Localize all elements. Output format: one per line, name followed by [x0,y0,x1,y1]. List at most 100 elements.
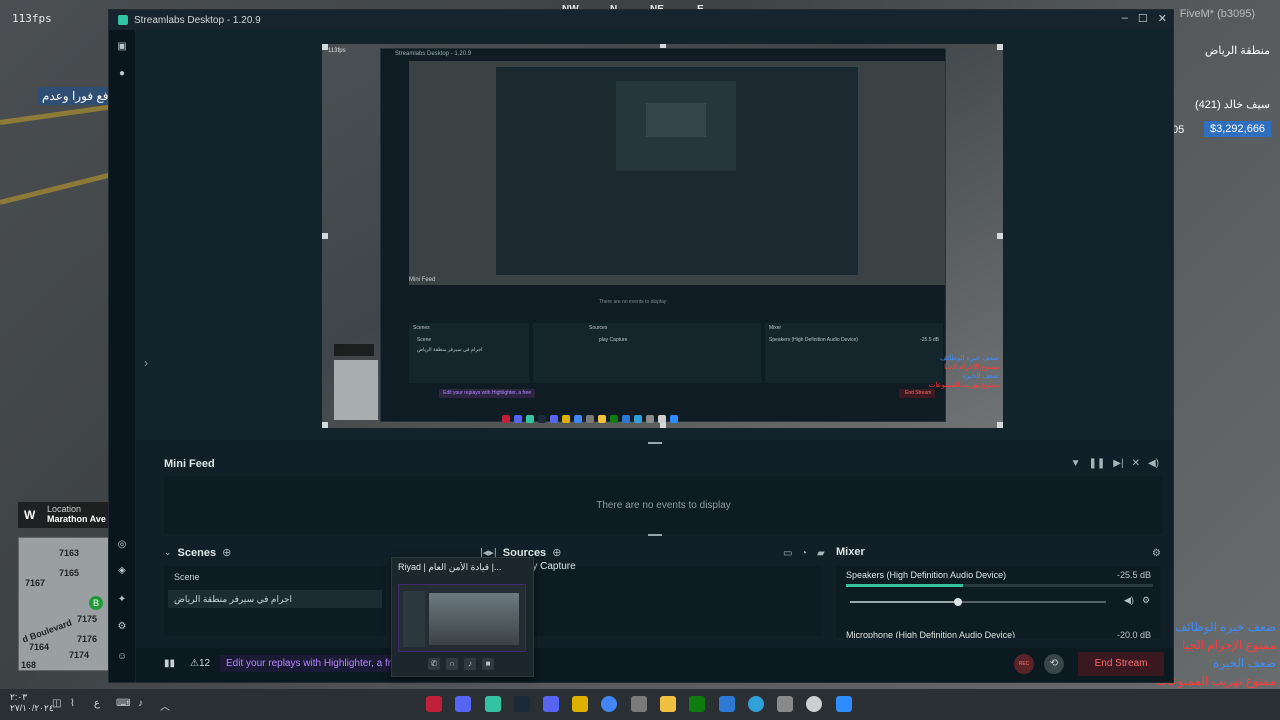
captured-mixer-panel: Mixer Speakers (High Definition Audio De… [765,323,943,383]
editor-main: › 113fps Streamlabs Desktop - 1.20.9 Min… [136,30,1173,682]
maximize-button[interactable]: ☐ [1138,12,1148,25]
captured-scene-item: Scene [417,337,432,343]
end-stream-button[interactable]: End Stream [1078,652,1164,676]
mixer-panel: Speakers (High Definition Audio Device) … [836,566,1161,638]
mute-alerts-icon[interactable]: ✕ [1132,458,1140,469]
popup-controls: ✆ ∩ ♪ ■ [428,658,494,670]
performance-icon[interactable]: ▮▮ [164,658,175,669]
resize-handle[interactable] [997,422,1003,428]
clock-time: ٢:٠٣ [10,692,28,702]
captured-streamlabs-window: Streamlabs Desktop - 1.20.9 Mini Feed Th… [380,48,946,422]
headset-icon[interactable]: ∩ [446,658,458,670]
source-group-icon[interactable]: ◔ [801,548,807,559]
volume-icon[interactable]: ◀) [1148,458,1159,469]
search-icon[interactable] [806,696,822,712]
chrome-icon[interactable] [601,696,617,712]
speaker-mute-icon[interactable]: ◀) [1124,595,1134,606]
divider-grip-icon [647,442,662,444]
rule-line: ضعف الخبرة [1213,656,1276,670]
window-preview-popup[interactable]: Riyad | قيادة الأمن العام |... ✆ ∩ ♪ ■ [391,557,534,677]
discord-icon-2[interactable] [543,696,559,712]
resize-handle[interactable] [322,422,328,428]
filter-icon[interactable]: ▼ [1071,458,1081,469]
explorer-icon[interactable] [660,696,676,712]
photos-icon[interactable] [719,696,735,712]
start-icon[interactable] [836,696,852,712]
captured-scene-item: اجرام في سيرفر منطقة الرياض [417,347,483,353]
scene-item[interactable]: Scene [168,568,382,586]
resize-handle[interactable] [322,233,328,239]
language-indicator[interactable]: ع [94,698,100,709]
preview-resize-divider[interactable] [136,441,1173,445]
mixer-settings-icon[interactable]: ⚙ [1152,548,1161,559]
replay-buffer-button[interactable]: ⟲ [1044,654,1064,674]
store-icon[interactable] [777,696,793,712]
notifications[interactable]: ⚠12 [190,658,210,669]
adobe-icon[interactable] [426,696,442,712]
captured-minifeed-empty: There are no events to display [599,299,667,305]
divider-grip-icon [647,534,662,536]
app-icon[interactable] [572,696,588,712]
captured-minifeed-title: Mini Feed [409,277,436,283]
display-capture-source[interactable]: 113fps Streamlabs Desktop - 1.20.9 Mini … [322,44,1003,428]
add-source-button[interactable]: ⊕ [552,546,561,559]
captured-end-label: End Stream [905,390,932,396]
themes-icon[interactable]: ● [117,69,127,79]
edge-icon[interactable] [748,696,764,712]
skip-icon[interactable]: ▶| [1113,458,1123,469]
wifi-icon[interactable]: ⌇ [70,698,75,709]
volume-slider-fill [850,601,958,603]
collapse-chevron-icon[interactable]: ⌄ [164,547,172,558]
side-nav: ▣ ● ◎ ◈ ✦ ⚙ ☺ [109,30,136,682]
minimize-button[interactable]: – [1122,12,1128,25]
profile-icon[interactable]: ☺ [117,652,127,662]
streamlabs-icon[interactable] [485,696,501,712]
camera-icon[interactable]: ■ [482,658,494,670]
add-scene-button[interactable]: ⊕ [222,546,231,559]
track-settings-icon[interactable]: ⚙ [1142,595,1150,606]
resize-handle[interactable] [997,44,1003,50]
keyboard-icon[interactable]: ⌨ [116,698,130,709]
close-button[interactable]: ✕ [1158,12,1167,25]
mixer-track-name: Speakers (High Definition Audio Device) [846,570,1007,580]
expand-chevron-icon[interactable]: › [144,356,148,370]
captured-db: -25.5 dB [920,337,939,343]
stream-preview[interactable]: › 113fps Streamlabs Desktop - 1.20.9 Min… [136,30,1173,440]
editor-panels: ⌄ Scenes ⊕ Scene اجرام في سيرفر منطقة ال… [136,542,1173,638]
captured-mixer-title: Mixer [769,325,782,331]
title-bar[interactable]: Streamlabs Desktop - 1.20.9 – ☐ ✕ [109,10,1173,30]
xbox-icon[interactable] [689,696,705,712]
feed-resize-divider[interactable] [136,533,1173,537]
volume-slider[interactable] [850,598,1106,606]
rule-line: ممنوع الإجرام الجيا [1181,638,1276,652]
captured-promo: Edit your replays with Highlighter, a fr… [439,389,535,398]
notification-icon[interactable]: ◫ [52,698,61,709]
nested-preview-3 [646,103,706,137]
resize-handle[interactable] [997,233,1003,239]
settings-icon[interactable]: ⚙ [117,622,127,632]
source-folder-icon[interactable]: ▭ [783,548,792,559]
record-button[interactable]: REC [1014,654,1034,674]
captured-taskbar [502,410,822,423]
clock[interactable]: ٢:٠٣ ٢٧/١٠/٢٠٢٤ [10,692,54,714]
popup-thumbnail[interactable] [398,584,526,652]
captured-scenes-panel: Scenes Scene اجرام في سيرفر منطقة الرياض [409,323,529,383]
effects-icon[interactable]: ✦ [117,595,127,605]
call-icon[interactable]: ✆ [428,658,440,670]
pause-icon[interactable]: ❚❚ [1089,458,1106,469]
highlighter-icon[interactable]: ◎ [117,540,127,550]
mic-icon[interactable]: ♪ [464,658,476,670]
region-label: منطقة الرياض [1205,45,1270,57]
scene-item-selected[interactable]: اجرام في سيرفر منطقة الرياض [168,590,382,608]
clock-date: ٢٧/١٠/٢٠٢٤ [10,703,54,713]
show-hidden-icon[interactable]: ︿ [160,698,170,713]
mic-tray-icon[interactable]: ♪ [138,698,143,709]
location-box: W Location Marathon Ave [18,502,108,528]
studio-icon[interactable]: ▣ [117,42,127,52]
add-folder-icon[interactable]: ▰ [817,548,825,559]
discord-icon[interactable] [455,696,471,712]
volume-slider-knob[interactable] [953,598,962,606]
steam-icon[interactable] [514,696,530,712]
layout-icon[interactable]: ◈ [117,566,127,576]
settings-icon[interactable] [631,696,647,712]
